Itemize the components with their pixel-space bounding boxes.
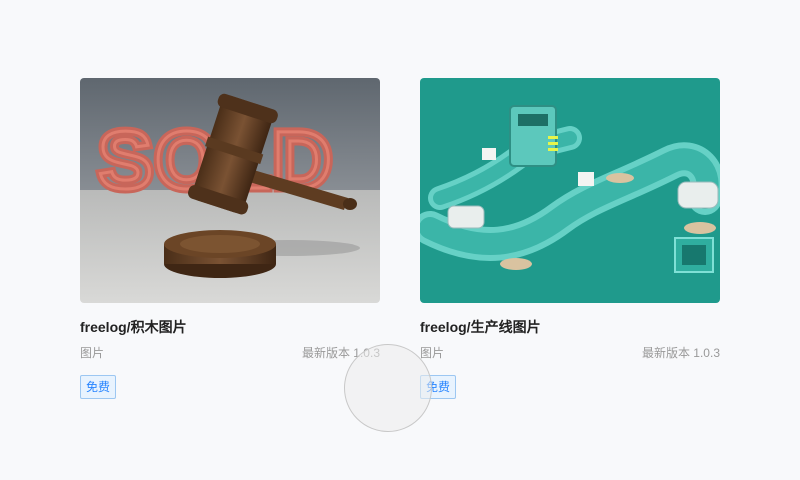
touch-cursor-indicator [344,344,432,432]
resource-version: 最新版本 1.0.3 [641,346,720,360]
resource-type: 图片 [80,346,105,360]
resource-card-1[interactable]: SOLD SOLD freelog/积木图片 图片 最新版本 1.0.3 免费 [80,78,380,399]
resource-card-2[interactable]: freelog/生产线图片 图片 最新版本 1.0.3 免费 [420,78,720,399]
conveyor-belt-image [420,78,720,303]
resource-thumbnail[interactable]: SOLD SOLD [80,78,380,303]
resource-thumbnail[interactable] [420,78,720,303]
gavel-sold-image: SOLD SOLD [80,78,380,303]
resource-title[interactable]: freelog/积木图片 [80,318,380,336]
resource-title[interactable]: freelog/生产线图片 [420,318,720,336]
price-tag: 免费 [80,375,117,399]
resource-meta: 图片 最新版本 1.0.3 [420,345,720,361]
resource-type: 图片 [420,346,445,360]
resource-meta: 图片 最新版本 1.0.3 [80,345,380,361]
